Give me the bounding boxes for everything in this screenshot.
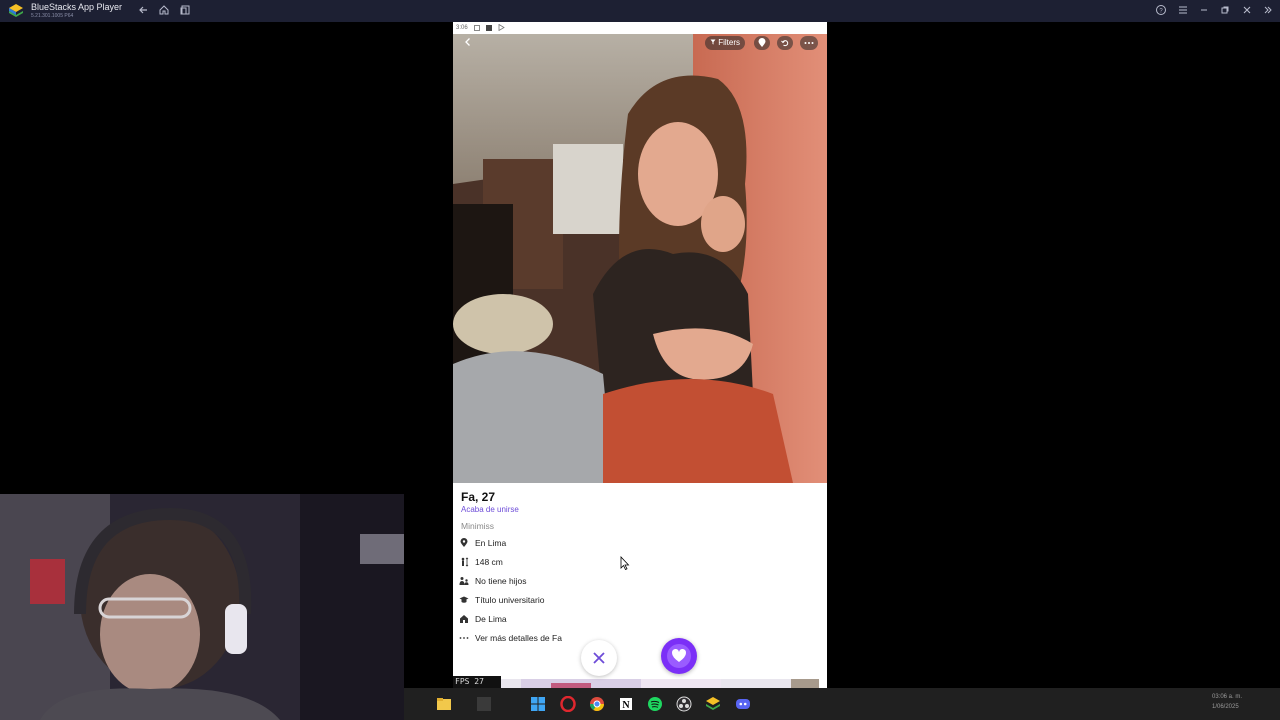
webcam-overlay [0, 494, 404, 720]
next-photo-preview[interactable] [461, 679, 819, 688]
bluestacks-icon[interactable] [705, 696, 721, 712]
location-pin-icon [459, 538, 469, 548]
profile-photo[interactable] [453, 34, 827, 483]
webcam-feed-illustration [0, 494, 404, 720]
obs-icon[interactable] [676, 696, 692, 712]
detail-text: Ver más detalles de Fa [475, 633, 562, 643]
heart-icon [667, 644, 691, 668]
multi-instance-icon[interactable] [178, 4, 192, 18]
detail-height: 148 cm [459, 555, 503, 569]
menu-icon[interactable] [1176, 4, 1190, 18]
bluestacks-title-bar: BlueStacks App Player 5.21.301.1005 P64 … [0, 0, 1280, 22]
close-x-icon [593, 652, 605, 664]
filters-label: Filters [718, 38, 740, 47]
hometown-icon [459, 614, 469, 624]
detail-children: No tiene hijos [459, 574, 527, 588]
detail-text: Título universitario [475, 595, 545, 605]
joined-label: Acaba de unirse [461, 505, 519, 514]
back-arrow-icon[interactable] [136, 4, 150, 18]
mouse-pointer-icon [620, 556, 630, 570]
app-title: BlueStacks App Player [31, 2, 123, 12]
more-dots-icon [804, 42, 814, 44]
profile-tagline: Minimiss [461, 521, 495, 531]
more-options-button[interactable] [800, 36, 818, 50]
svg-text:N: N [622, 700, 630, 711]
search-icon[interactable] [476, 696, 492, 712]
discord-icon[interactable] [735, 696, 751, 712]
back-chevron-icon[interactable] [463, 36, 477, 50]
notion-icon[interactable]: N [618, 696, 634, 712]
play-store-icon [498, 23, 505, 33]
see-more-details-link[interactable]: Ver más detalles de Fa [459, 631, 562, 645]
windows-taskbar: N 03:06 a. m. 1/06/2025 [404, 688, 1280, 720]
undo-icon [781, 40, 789, 47]
like-button[interactable] [661, 638, 697, 674]
app-version: 5.21.301.1005 P64 [31, 13, 74, 19]
chrome-icon[interactable] [589, 696, 605, 712]
profile-name-age: Fa, 27 [461, 490, 496, 504]
windows-start-icon[interactable] [530, 696, 546, 712]
children-icon [459, 576, 469, 586]
location-pin-icon [758, 38, 766, 47]
file-explorer-icon[interactable] [436, 696, 452, 712]
bluestacks-logo-icon [9, 4, 23, 17]
opera-icon[interactable] [560, 696, 576, 712]
notification-icon [485, 25, 492, 31]
clock-time[interactable]: 03:06 a. m. [1212, 694, 1242, 700]
svg-text:?: ? [1159, 9, 1163, 15]
filters-button[interactable]: Filters [705, 36, 745, 50]
help-icon[interactable]: ? [1154, 4, 1168, 18]
minimize-icon[interactable] [1197, 4, 1211, 18]
rewind-button[interactable] [777, 36, 793, 50]
location-button[interactable] [754, 36, 770, 50]
android-status-bar: 3:06 [453, 22, 827, 34]
profile-photo-illustration [453, 34, 827, 483]
detail-hometown: De Lima [459, 612, 507, 626]
more-dots-icon [459, 633, 469, 643]
filter-funnel-icon [710, 39, 716, 45]
notification-icon [473, 25, 480, 31]
status-time: 3:06 [456, 25, 468, 31]
sidebar-toggle-icon[interactable] [1261, 4, 1275, 18]
fps-counter: FPS 27 [453, 676, 501, 688]
detail-text: 148 cm [475, 557, 503, 567]
detail-text: En Lima [475, 538, 507, 548]
graduation-cap-icon [459, 595, 469, 605]
pass-button[interactable] [581, 640, 617, 676]
close-icon[interactable] [1240, 4, 1254, 18]
spotify-icon[interactable] [647, 696, 663, 712]
detail-text: De Lima [475, 614, 507, 624]
phone-screen: 3:06 Filters Fa, 27 Acaba de unirse Mini… [453, 22, 827, 688]
photo-top-bar: Filters [453, 34, 827, 54]
detail-text: No tiene hijos [475, 576, 527, 586]
height-icon [459, 557, 469, 567]
profile-info: Fa, 27 Acaba de unirse Minimiss En Lima … [453, 483, 827, 688]
home-icon[interactable] [157, 4, 171, 18]
detail-location: En Lima [459, 536, 506, 550]
detail-education: Título universitario [459, 593, 544, 607]
restore-icon[interactable] [1218, 4, 1232, 18]
photo-preview-illustration [461, 679, 819, 688]
clock-date[interactable]: 1/06/2025 [1212, 704, 1239, 710]
